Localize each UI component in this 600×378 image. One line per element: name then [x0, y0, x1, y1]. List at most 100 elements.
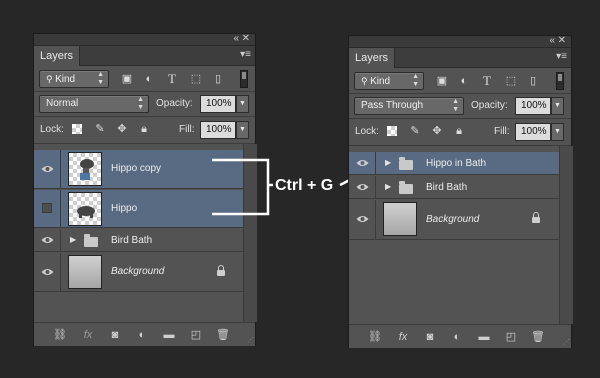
shortcut-label: Ctrl + G [275, 177, 334, 194]
new-layer-icon[interactable]: ◰ [189, 328, 203, 342]
lock-position-icon[interactable]: ✥ [115, 122, 129, 136]
blend-mode-dropdown[interactable]: Normal ▲ ▼ [39, 95, 149, 113]
layer-name: Background [111, 266, 165, 277]
layer-row-hippo-in-bath[interactable]: ▶ Hippo in Bath [349, 152, 559, 175]
lock-label: Lock: [40, 124, 64, 135]
fx-icon[interactable]: fx [396, 330, 410, 344]
tab-layers[interactable]: Layers [34, 46, 81, 66]
layers-panel-right: « ✕ Layers ▾≡ ⚲ Kind ▲ ▼ ▣ ◐ T ⬚ ▯ Pass T… [348, 35, 573, 348]
eye-icon[interactable] [41, 165, 54, 173]
lock-row: Lock: ✎ ✥ 🔒︎ Fill: 100% ▼ [349, 119, 571, 145]
visibility-cell[interactable] [349, 200, 376, 239]
filter-kind-dropdown[interactable]: ⚲ Kind ▲ ▼ [354, 72, 424, 90]
new-layer-icon[interactable]: ◰ [504, 330, 518, 344]
blend-mode-dropdown[interactable]: Pass Through ▲ ▼ [354, 97, 464, 115]
eye-icon[interactable] [356, 159, 369, 167]
adjustment-filter-icon[interactable]: ◐ [457, 74, 471, 88]
adjustment-filter-icon[interactable]: ◐ [142, 72, 156, 86]
eye-icon[interactable] [41, 268, 54, 276]
mask-icon[interactable]: ◙ [423, 330, 437, 344]
visibility-cell[interactable] [34, 229, 61, 251]
opacity-input[interactable]: 100% [515, 97, 551, 115]
fx-icon[interactable]: fx [81, 328, 95, 342]
visibility-off-box[interactable] [42, 203, 52, 213]
lock-transparent-icon[interactable] [72, 124, 82, 134]
lock-all-icon[interactable]: 🔒︎ [452, 124, 466, 138]
fill-dropdown-button[interactable]: ▼ [236, 121, 249, 139]
folder-icon [399, 157, 413, 170]
scrollbar[interactable] [559, 146, 573, 324]
adjustment-icon[interactable]: ◐ [135, 328, 149, 342]
folder-icon [84, 234, 98, 247]
visibility-cell[interactable] [34, 190, 61, 227]
filter-kind-label: Kind [55, 74, 76, 85]
adjustment-icon[interactable]: ◐ [450, 330, 464, 344]
visibility-cell[interactable] [349, 176, 376, 198]
shape-filter-icon[interactable]: ⬚ [504, 74, 518, 88]
expand-triangle-icon[interactable]: ▶ [385, 158, 391, 168]
panel-tab-bar: Layers ▾≡ [349, 48, 571, 68]
fill-dropdown-button[interactable]: ▼ [551, 123, 564, 141]
link-icon[interactable]: ⛓ [53, 328, 67, 342]
layer-row-bird-bath[interactable]: ▶ Bird Bath [34, 229, 243, 252]
collapse-icon[interactable]: « [233, 33, 239, 45]
resize-grip-icon[interactable]: ⋰ [247, 336, 254, 344]
opacity-label: Opacity: [156, 98, 193, 109]
lock-all-icon[interactable]: 🔒︎ [137, 122, 151, 136]
eye-icon[interactable] [356, 183, 369, 191]
expand-triangle-icon[interactable]: ▶ [70, 235, 76, 245]
type-filter-icon[interactable]: T [480, 74, 494, 88]
resize-grip-icon[interactable]: ⋰ [563, 338, 570, 346]
group-icon[interactable]: ▬ [477, 330, 491, 344]
layers-list: ▶ Hippo in Bath ▶ Bird Bath Background [349, 146, 559, 324]
eye-icon[interactable] [356, 215, 369, 223]
opacity-input[interactable]: 100% [200, 95, 236, 113]
filter-kind-dropdown[interactable]: ⚲ Kind ▲ ▼ [39, 70, 109, 88]
fill-input[interactable]: 100% [200, 121, 236, 139]
blend-row: Normal ▲ ▼ Opacity: 100% ▼ [34, 92, 255, 116]
hippo-thumbnail-image [80, 159, 94, 180]
type-filter-icon[interactable]: T [165, 72, 179, 86]
eye-icon[interactable] [41, 236, 54, 244]
visibility-cell[interactable] [34, 150, 61, 188]
link-icon[interactable]: ⛓ [368, 330, 382, 344]
close-icon[interactable]: ✕ [242, 33, 250, 45]
trash-icon[interactable]: 🗑︎ [531, 330, 545, 344]
visibility-cell[interactable] [34, 253, 61, 291]
group-icon[interactable]: ▬ [162, 328, 176, 342]
mask-icon[interactable]: ◙ [108, 328, 122, 342]
smart-object-filter-icon[interactable]: ▯ [211, 72, 225, 86]
panel-menu-icon[interactable]: ▾≡ [556, 51, 567, 62]
layer-thumbnail [383, 202, 417, 236]
dropdown-arrows-icon: ▲ ▼ [137, 96, 144, 111]
image-filter-icon[interactable]: ▣ [435, 74, 449, 88]
collapse-icon[interactable]: « [549, 35, 555, 47]
filter-toggle[interactable] [240, 70, 248, 88]
fill-input[interactable]: 100% [515, 123, 551, 141]
blend-mode-label: Pass Through [361, 100, 424, 111]
lock-image-icon[interactable]: ✎ [93, 122, 107, 136]
image-filter-icon[interactable]: ▣ [120, 72, 134, 86]
layer-row-background[interactable]: Background [349, 200, 559, 240]
close-icon[interactable]: ✕ [558, 35, 566, 47]
opacity-dropdown-button[interactable]: ▼ [551, 97, 564, 115]
opacity-dropdown-button[interactable]: ▼ [236, 95, 249, 113]
lock-transparent-icon[interactable] [387, 126, 397, 136]
lock-position-icon[interactable]: ✥ [430, 124, 444, 138]
shape-filter-icon[interactable]: ⬚ [189, 72, 203, 86]
layer-thumbnail [68, 255, 102, 289]
layer-name: Hippo [111, 203, 138, 214]
visibility-cell[interactable] [349, 152, 376, 174]
panel-menu-icon[interactable]: ▾≡ [240, 49, 251, 60]
filter-toggle[interactable] [556, 72, 564, 90]
smart-object-filter-icon[interactable]: ▯ [526, 74, 540, 88]
panel-tab-bar: Layers ▾≡ [34, 46, 255, 66]
filter-row: ⚲ Kind ▲ ▼ ▣ ◐ T ⬚ ▯ [349, 69, 571, 93]
dropdown-arrows-icon: ▲ ▼ [97, 71, 104, 86]
layer-row-bird-bath[interactable]: ▶ Bird Bath [349, 176, 559, 199]
layer-row-background[interactable]: Background [34, 253, 243, 292]
expand-triangle-icon[interactable]: ▶ [385, 182, 391, 192]
lock-image-icon[interactable]: ✎ [408, 124, 422, 138]
tab-layers[interactable]: Layers [349, 48, 396, 68]
trash-icon[interactable]: 🗑︎ [216, 328, 230, 342]
